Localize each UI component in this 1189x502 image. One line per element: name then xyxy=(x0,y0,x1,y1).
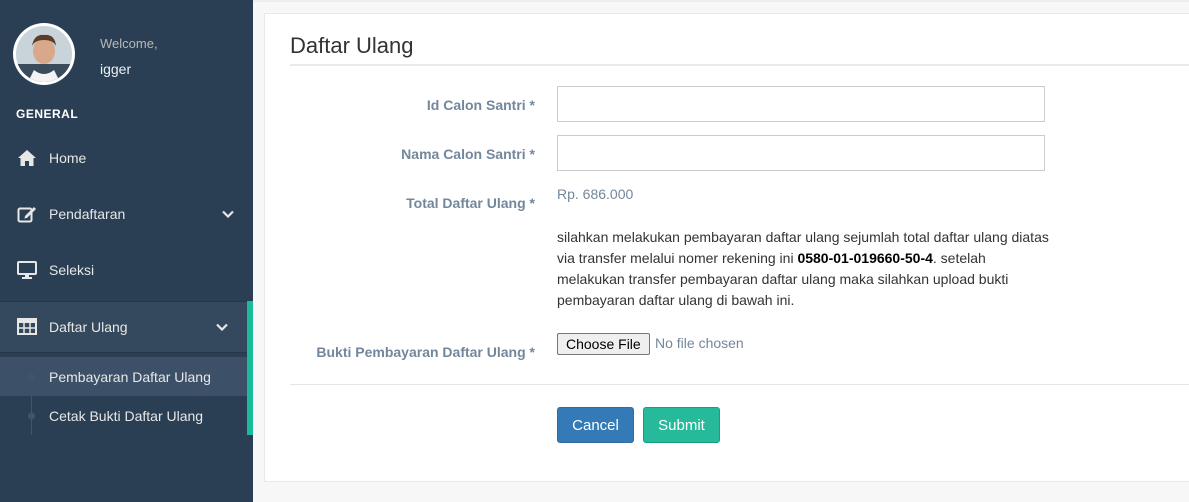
sidebar-item-home[interactable]: Home xyxy=(0,135,253,181)
title-divider xyxy=(290,64,1189,66)
submenu-item-label: Pembayaran Daftar Ulang xyxy=(49,368,211,385)
chevron-down-icon xyxy=(222,210,234,218)
chevron-down-icon xyxy=(216,323,228,331)
profile-block: Welcome, igger xyxy=(0,0,253,100)
nama-calon-santri-input[interactable] xyxy=(557,135,1045,171)
total-daftar-ulang-value: Rp. 686.000 xyxy=(557,186,634,202)
content-panel: Daftar Ulang Id Calon Santri * Nama Calo… xyxy=(264,13,1189,482)
table-icon xyxy=(17,318,37,335)
bullet-icon xyxy=(28,412,35,419)
id-calon-santri-label: Id Calon Santri * xyxy=(426,97,535,113)
bukti-pembayaran-label: Bukti Pembayaran Daftar Ulang * xyxy=(316,344,535,360)
choose-file-button[interactable]: Choose File xyxy=(557,333,650,355)
id-calon-santri-input[interactable] xyxy=(557,86,1045,122)
account-number: 0580-01-019660-50-4 xyxy=(797,250,933,266)
file-status-text: No file chosen xyxy=(655,335,744,351)
submit-button[interactable]: Submit xyxy=(643,407,720,443)
username: igger xyxy=(100,61,132,77)
edit-icon xyxy=(17,207,36,223)
active-menu-indicator xyxy=(247,301,253,435)
sidebar-item-label: Home xyxy=(49,150,87,166)
top-nav-edge xyxy=(253,0,1189,2)
avatar-image xyxy=(16,26,72,82)
avatar[interactable] xyxy=(13,23,75,85)
sidebar-item-label: Seleksi xyxy=(49,262,95,278)
sidebar-item-daftar-ulang[interactable]: Daftar Ulang xyxy=(0,301,253,353)
submenu-item-pembayaran-daftar-ulang[interactable]: Pembayaran Daftar Ulang xyxy=(0,357,247,396)
sidebar: Welcome, igger GENERAL Home Pendaftaran … xyxy=(0,0,253,502)
desktop-icon xyxy=(17,261,37,279)
sidebar-item-label: Pendaftaran xyxy=(49,206,126,222)
submenu-item-label: Cetak Bukti Daftar Ulang xyxy=(49,407,204,424)
bullet-icon xyxy=(28,373,35,380)
form-divider xyxy=(290,384,1189,385)
section-title-general: GENERAL xyxy=(16,107,79,121)
sidebar-item-label: Daftar Ulang xyxy=(49,319,128,335)
welcome-text: Welcome, xyxy=(100,36,158,51)
sidebar-item-pendaftaran[interactable]: Pendaftaran xyxy=(0,191,253,237)
cancel-button[interactable]: Cancel xyxy=(557,407,634,443)
submenu-item-cetak-bukti-daftar-ulang[interactable]: Cetak Bukti Daftar Ulang xyxy=(0,396,247,435)
home-icon xyxy=(18,150,36,166)
total-daftar-ulang-label: Total Daftar Ulang * xyxy=(406,195,535,211)
payment-instructions: silahkan melakukan pembayaran daftar ula… xyxy=(557,227,1057,311)
page-title: Daftar Ulang xyxy=(290,33,414,58)
sidebar-item-seleksi[interactable]: Seleksi xyxy=(0,247,253,293)
nama-calon-santri-label: Nama Calon Santri * xyxy=(401,146,535,162)
